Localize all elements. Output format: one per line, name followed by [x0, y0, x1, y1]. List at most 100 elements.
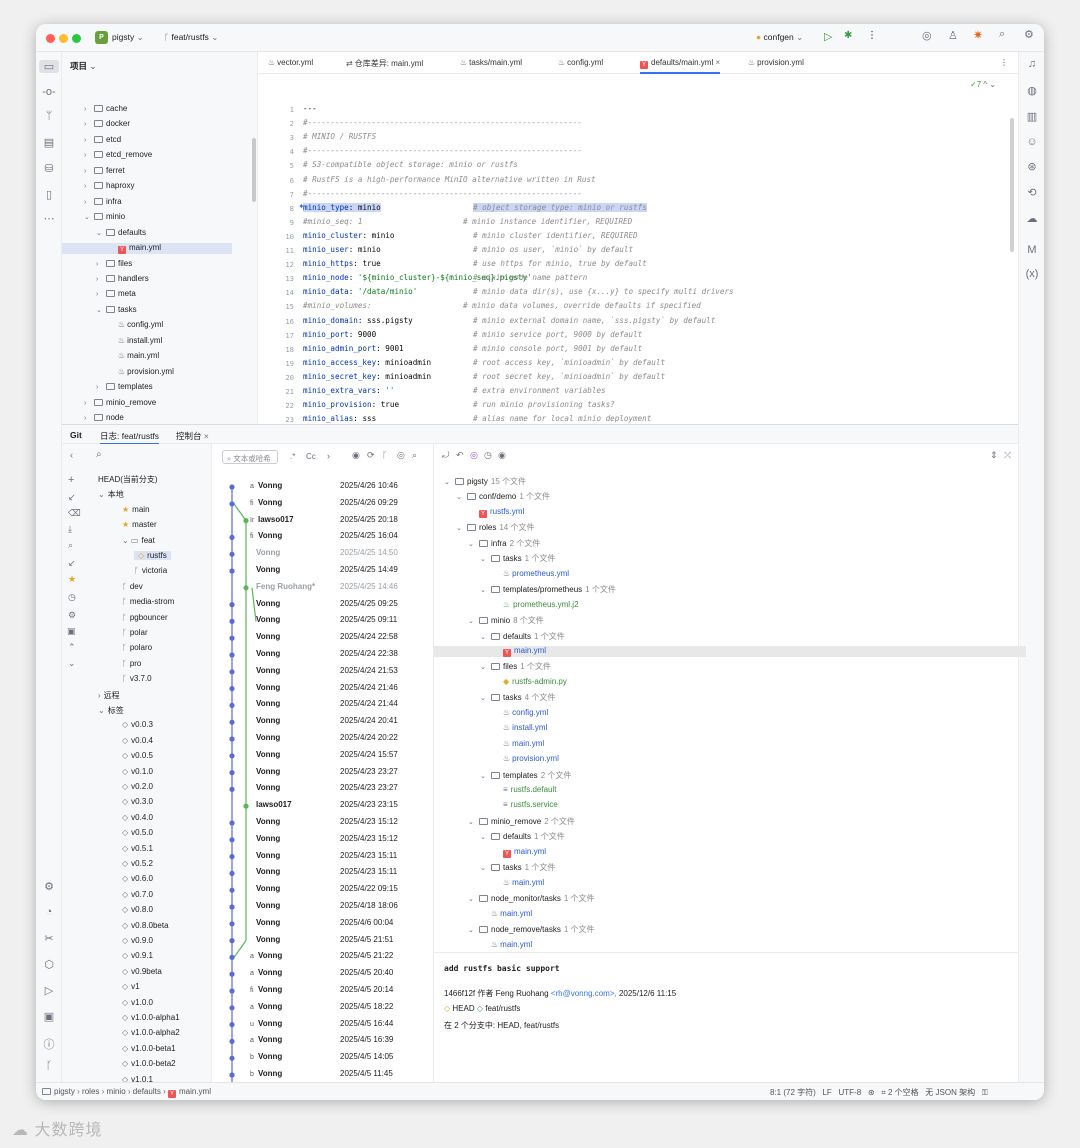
preview-icon[interactable]: ◉ — [498, 450, 506, 461]
changed-file-item[interactable]: ♨ prometheus.yml — [492, 569, 569, 578]
changed-file-item[interactable]: ♨ config.yml — [492, 708, 548, 717]
chevron-down-icon[interactable]: ⌄ — [468, 818, 479, 826]
profiler-icon[interactable]: ◔ — [36, 906, 62, 918]
project-switcher[interactable]: pigsty ⌄ — [112, 32, 144, 43]
chevron-right-icon[interactable]: › — [96, 291, 106, 298]
changed-file-item[interactable]: Yrustfs.yml — [468, 507, 524, 518]
tree-item[interactable]: › handlers — [96, 274, 149, 283]
show-head-icon[interactable]: ◷ — [68, 592, 76, 603]
log-tab[interactable]: 日志: feat/rustfs — [100, 425, 160, 445]
more-tools-icon[interactable]: ⋯ — [36, 212, 62, 225]
chevron-right-icon[interactable]: › — [84, 121, 94, 128]
breadcrumb-item[interactable]: defaults — [133, 1087, 161, 1096]
changed-file-item[interactable]: ♨ provision.yml — [492, 754, 559, 763]
branch-item[interactable]: ◇ rustfs — [134, 551, 171, 560]
author-email-link[interactable]: <rh@vonng.com>, — [551, 989, 617, 998]
branch-item[interactable]: ᚴ pgbouncer — [122, 613, 168, 622]
fetch-icon[interactable]: ⤓ — [68, 524, 72, 535]
tab-options-icon[interactable]: ⋮ — [1000, 58, 1008, 67]
regex-icon[interactable]: (x) — [1019, 268, 1044, 280]
changed-file-item[interactable]: ≡ rustfs.service — [492, 800, 558, 809]
services-icon[interactable]: ⚙ — [36, 880, 62, 893]
caret-position[interactable]: 8:1 (72 字符) — [770, 1088, 816, 1097]
branch-item[interactable]: ◇ v0.9beta — [122, 967, 162, 976]
commit-row[interactable]: a Vonng 2025/4/5 16:39 — [250, 1035, 430, 1044]
branch-item[interactable]: › 远程 — [98, 690, 120, 701]
branch-item[interactable]: ◇ v0.9.0 — [122, 936, 153, 945]
lock-icon[interactable]: ⚿ — [982, 1088, 988, 1097]
delete-icon[interactable]: ⌫ — [68, 508, 81, 519]
ai-explain-icon[interactable]: ◎ — [470, 450, 478, 461]
collapse-all-icon[interactable]: ⌄ — [68, 658, 76, 669]
chevron-down-icon[interactable]: ⌄ — [468, 617, 479, 625]
branch-item[interactable]: ◇ v0.5.0 — [122, 828, 153, 837]
changed-file-item[interactable]: ⌄ defaults 1 个文件 — [480, 831, 565, 842]
project-view-icon[interactable]: ▭ — [39, 60, 59, 73]
branch-item[interactable]: ◇ v1 — [122, 982, 140, 991]
ai-assistant-icon[interactable]: ◎ — [922, 29, 932, 42]
chevron-down-icon[interactable]: ⌄ — [480, 833, 491, 841]
branch-item[interactable]: ◇ v1.0.0-alpha1 — [122, 1013, 180, 1022]
changed-file-item[interactable]: ⌄ tasks 1 个文件 — [480, 553, 555, 564]
chevron-down-icon[interactable]: ⌄ — [480, 586, 491, 594]
chevron-right-icon[interactable]: › — [84, 183, 94, 190]
tree-item[interactable]: › meta — [96, 289, 136, 298]
chevron-right-icon[interactable]: › — [84, 168, 94, 175]
tree-item[interactable]: ⌄ minio — [84, 212, 125, 221]
console-tab[interactable]: 控制台 × — [176, 430, 209, 442]
chevron-down-icon[interactable]: ⌄ — [456, 524, 467, 532]
editor-scrollbar[interactable] — [1010, 118, 1014, 252]
breadcrumb-item[interactable]: minio — [107, 1087, 126, 1096]
run-icon[interactable]: ▷ — [824, 30, 832, 43]
inspection-widget[interactable]: ✓7 ^ ⌄ — [970, 80, 996, 89]
changed-file-item[interactable]: ⌄ pigsty 15 个文件 — [444, 476, 526, 487]
search-icon[interactable]: ⌕ — [999, 28, 1005, 41]
search-branch-icon[interactable]: ⌕ — [68, 540, 73, 551]
group-icon[interactable]: ▣ — [67, 626, 76, 637]
tree-item[interactable]: › ferret — [84, 166, 125, 175]
collapse-icon[interactable]: ‹ — [70, 450, 73, 460]
breadcrumb-item[interactable]: main.yml — [179, 1087, 211, 1096]
commit-row[interactable]: Ir lawso017 2025/4/25 20:18 — [250, 515, 430, 524]
branch-item[interactable]: ◇ v0.7.0 — [122, 890, 153, 899]
chevron-down-icon[interactable]: ⌄ — [96, 306, 106, 314]
chevron-right-icon[interactable]: › — [96, 276, 106, 283]
branch-item[interactable]: HEAD(当前分支) — [98, 474, 158, 485]
new-branch-icon[interactable]: + — [68, 474, 74, 486]
changed-file-item[interactable]: ♨ main.yml — [480, 909, 532, 918]
branch-item[interactable]: ◇ v0.0.4 — [122, 736, 153, 745]
cherry-pick-icon[interactable]: ⤾ — [442, 450, 450, 461]
changed-file-item[interactable]: ♨ prometheus.yml.j2 — [492, 600, 579, 609]
database-icon[interactable]: ⛁ — [36, 162, 62, 175]
tree-item[interactable]: › cache — [84, 104, 127, 113]
branch-item[interactable]: ᚴ pro — [122, 659, 141, 668]
branch-item[interactable]: ᚴ dev — [122, 582, 143, 591]
branch-item[interactable]: ◇ v0.6.0 — [122, 874, 153, 883]
branch-item[interactable]: ⌄ ▭ feat — [122, 536, 155, 545]
commit-row[interactable]: a Vonng 2025/4/5 20:40 — [250, 968, 430, 977]
breadcrumb-item[interactable]: pigsty — [54, 1087, 75, 1096]
branch-search-icon[interactable]: ⌕ — [96, 449, 102, 460]
commit-row[interactable]: fi Vonng 2025/4/26 09:29 — [250, 498, 430, 507]
branch-item[interactable]: ᚴ victoria — [134, 566, 167, 575]
changed-file-item[interactable]: Ymain.yml — [434, 645, 1026, 657]
graph-options-icon[interactable]: ᚴ — [382, 450, 387, 460]
tree-item[interactable]: ♨ install.yml — [108, 336, 162, 345]
bookmarks-icon[interactable]: ▯ — [36, 188, 62, 201]
chevron-down-icon[interactable]: ⌄ — [456, 493, 467, 501]
tree-item[interactable]: › files — [96, 259, 132, 268]
commit-row[interactable]: b Vonng 2025/4/5 11:45 — [250, 1069, 430, 1078]
branch-item[interactable]: ◇ v0.8.0 — [122, 905, 153, 914]
chevron-down-icon[interactable]: ⌄ — [96, 229, 106, 237]
changed-file-item[interactable]: ⌄ conf/demo 1 个文件 — [456, 491, 550, 502]
problems-icon[interactable]: ⓘ — [36, 1036, 62, 1052]
close-tab-icon[interactable]: × — [715, 58, 720, 67]
favorite-star-icon[interactable]: ★ — [68, 574, 76, 585]
line-separator[interactable]: LF — [822, 1088, 831, 1097]
terminal-icon[interactable]: ▣ — [36, 1010, 62, 1023]
tab-defaults-main-yml[interactable]: Ydefaults/main.yml × — [640, 52, 721, 74]
branch-item[interactable]: ◇ v0.2.0 — [122, 782, 153, 791]
gmail-icon[interactable]: M — [1019, 244, 1044, 256]
case-toggle[interactable]: Cc — [306, 452, 316, 461]
branch-item[interactable]: ◇ v1.0.0-beta1 — [122, 1044, 176, 1053]
